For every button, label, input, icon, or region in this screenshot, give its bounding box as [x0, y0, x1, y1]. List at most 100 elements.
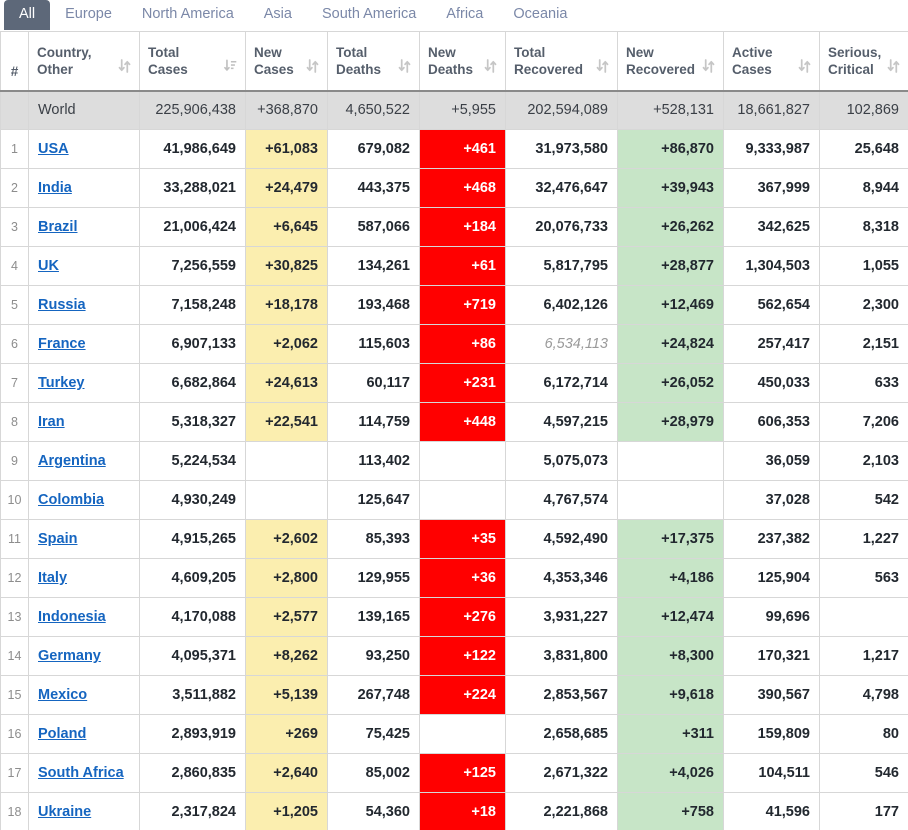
- row-index: 13: [0, 597, 29, 637]
- sort-control[interactable]: [702, 58, 715, 78]
- sort-control[interactable]: [484, 58, 497, 78]
- country-link[interactable]: South Africa: [38, 765, 124, 781]
- tab-south-america[interactable]: South America: [307, 0, 431, 30]
- country-link[interactable]: Italy: [38, 570, 67, 586]
- column-header-country-other[interactable]: Country, Other: [28, 31, 140, 92]
- country-link[interactable]: UK: [38, 258, 59, 274]
- cell-new-deaths: +18: [419, 792, 506, 830]
- cell-total-cases: 225,906,438: [139, 90, 246, 130]
- cell-new-deaths: +86: [419, 324, 506, 364]
- sort-descending-active-icon[interactable]: [224, 58, 237, 74]
- column-header-index[interactable]: #: [0, 31, 29, 92]
- cell-total-cases: 7,158,248: [139, 285, 246, 325]
- sort-control[interactable]: [306, 58, 319, 78]
- row-index: 14: [0, 636, 29, 676]
- tab-europe[interactable]: Europe: [50, 0, 127, 30]
- cell-new-recovered: +9,618: [617, 675, 724, 715]
- tab-oceania[interactable]: Oceania: [498, 0, 582, 30]
- country-link[interactable]: Iran: [38, 414, 65, 430]
- country-link[interactable]: Russia: [38, 297, 86, 313]
- tab-north-america[interactable]: North America: [127, 0, 249, 30]
- cell-total-cases: 2,893,919: [139, 714, 246, 754]
- sort-both-icon[interactable]: [398, 58, 411, 74]
- column-header-new-recovered[interactable]: New Recovered: [617, 31, 724, 92]
- column-header-index-label: #: [10, 63, 19, 79]
- country-link[interactable]: Spain: [38, 531, 77, 547]
- row-index: 10: [0, 480, 29, 520]
- cell-new-recovered: +17,375: [617, 519, 724, 559]
- table-row: 13 Indonesia 4,170,088 +2,577 139,165 +276 3,9…: [0, 597, 908, 637]
- cell-new-deaths: [419, 480, 506, 520]
- tab-africa[interactable]: Africa: [431, 0, 498, 30]
- country-link[interactable]: France: [38, 336, 86, 352]
- sort-both-icon[interactable]: [887, 58, 900, 74]
- column-header-label: New Cases: [254, 44, 294, 78]
- table-row: 14 Germany 4,095,371 +8,262 93,250 +122 3,831,…: [0, 636, 908, 676]
- tab-asia[interactable]: Asia: [249, 0, 307, 30]
- sort-both-icon[interactable]: [118, 58, 131, 74]
- country-link[interactable]: India: [38, 180, 72, 196]
- country-link[interactable]: Mexico: [38, 687, 87, 703]
- sort-both-icon[interactable]: [596, 58, 609, 74]
- cell-new-cases: +22,541: [245, 402, 328, 442]
- column-header-line1: Total: [148, 44, 180, 60]
- cell-total-deaths: 114,759: [327, 402, 420, 442]
- column-header-total-recovered[interactable]: Total Recovered: [505, 31, 618, 92]
- row-index: 18: [0, 792, 29, 830]
- column-header-active-cases[interactable]: Active Cases: [723, 31, 820, 92]
- sort-both-icon[interactable]: [798, 58, 811, 74]
- cell-total-cases: 41,986,649: [139, 129, 246, 169]
- sort-control[interactable]: [398, 58, 411, 78]
- cell-new-recovered: [617, 480, 724, 520]
- column-header-total-cases[interactable]: Total Cases: [139, 31, 246, 92]
- column-header-new-deaths[interactable]: New Deaths: [419, 31, 506, 92]
- column-header-label: Active Cases: [732, 44, 773, 78]
- country-link[interactable]: Colombia: [38, 492, 104, 508]
- country-link[interactable]: Brazil: [38, 219, 78, 235]
- cell-total-deaths: 443,375: [327, 168, 420, 208]
- row-country-cell: Indonesia: [28, 597, 140, 637]
- cell-total-deaths: 113,402: [327, 441, 420, 481]
- cell-total-recovered: 4,353,346: [505, 558, 618, 598]
- sort-both-icon[interactable]: [702, 58, 715, 74]
- row-country-cell: Turkey: [28, 363, 140, 403]
- row-country-cell: USA: [28, 129, 140, 169]
- cell-active-cases: 1,304,503: [723, 246, 820, 286]
- country-link[interactable]: Turkey: [38, 375, 84, 391]
- row-index: 12: [0, 558, 29, 598]
- cell-active-cases: 562,654: [723, 285, 820, 325]
- sort-control[interactable]: [798, 58, 811, 78]
- column-header-new-cases[interactable]: New Cases: [245, 31, 328, 92]
- sort-both-icon[interactable]: [484, 58, 497, 74]
- country-link[interactable]: Argentina: [38, 453, 106, 469]
- table-row: 2 India 33,288,021 +24,479 443,375 +468 32,476…: [0, 168, 908, 208]
- row-country-cell: Spain: [28, 519, 140, 559]
- sort-control[interactable]: [596, 58, 609, 78]
- column-header-serious-critical[interactable]: Serious, Critical: [819, 31, 908, 92]
- country-link[interactable]: USA: [38, 141, 69, 157]
- sort-control[interactable]: [118, 58, 131, 78]
- tab-all[interactable]: All: [4, 0, 51, 30]
- sort-control[interactable]: [887, 58, 900, 78]
- row-country-cell: Iran: [28, 402, 140, 442]
- cell-new-cases: +61,083: [245, 129, 328, 169]
- cell-serious-critical: 633: [819, 363, 908, 403]
- cell-total-deaths: 85,002: [327, 753, 420, 793]
- sort-both-icon[interactable]: [306, 58, 319, 74]
- country-link[interactable]: Ukraine: [38, 804, 91, 820]
- column-header-inner: Country, Other: [37, 44, 131, 78]
- table-row: 4 UK 7,256,559 +30,825 134,261 +61 5,817,795 +2…: [0, 246, 908, 286]
- sort-control[interactable]: [224, 58, 237, 78]
- table-row: 12 Italy 4,609,205 +2,800 129,955 +36 4,353,34…: [0, 558, 908, 598]
- row-country-cell: Mexico: [28, 675, 140, 715]
- cell-total-deaths: 193,468: [327, 285, 420, 325]
- country-link[interactable]: Indonesia: [38, 609, 106, 625]
- column-header-label: Total Cases: [148, 44, 188, 78]
- column-header-line1: New: [254, 44, 282, 60]
- cell-new-cases: +368,870: [245, 90, 328, 130]
- country-link[interactable]: Germany: [38, 648, 101, 664]
- cell-total-cases: 3,511,882: [139, 675, 246, 715]
- cell-new-cases: +2,602: [245, 519, 328, 559]
- column-header-total-deaths[interactable]: Total Deaths: [327, 31, 420, 92]
- country-link[interactable]: Poland: [38, 726, 86, 742]
